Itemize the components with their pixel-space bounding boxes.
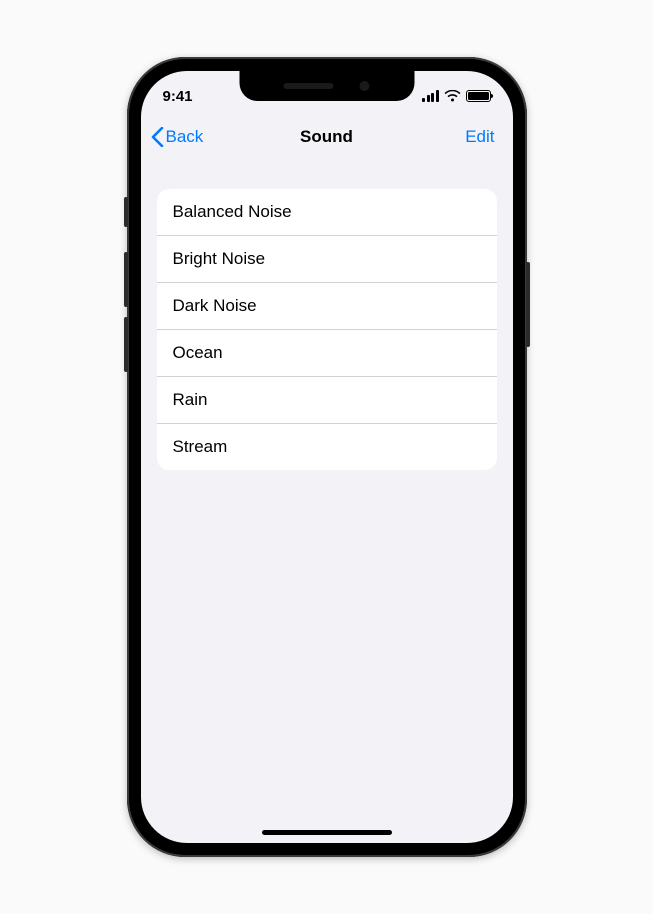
list-item-label: Bright Noise bbox=[173, 249, 266, 268]
phone-frame: 9:41 Back Sound Edit Balanced Noise bbox=[127, 57, 527, 857]
list-item[interactable]: Ocean bbox=[157, 330, 497, 377]
status-time: 9:41 bbox=[163, 88, 233, 105]
edit-button[interactable]: Edit bbox=[423, 127, 503, 147]
list-item-label: Rain bbox=[173, 390, 208, 409]
list-item[interactable]: Dark Noise bbox=[157, 283, 497, 330]
list-item-label: Dark Noise bbox=[173, 296, 257, 315]
wifi-icon bbox=[444, 90, 461, 102]
notch bbox=[239, 71, 414, 101]
volume-up-button bbox=[124, 252, 128, 307]
content: Balanced Noise Bright Noise Dark Noise O… bbox=[141, 159, 513, 486]
list-item-label: Stream bbox=[173, 437, 228, 456]
list-item[interactable]: Balanced Noise bbox=[157, 189, 497, 236]
screen: 9:41 Back Sound Edit Balanced Noise bbox=[141, 71, 513, 843]
cellular-signal-icon bbox=[422, 90, 439, 102]
battery-icon bbox=[466, 90, 491, 102]
list-item[interactable]: Bright Noise bbox=[157, 236, 497, 283]
back-label: Back bbox=[166, 127, 204, 147]
home-indicator[interactable] bbox=[262, 830, 392, 835]
chevron-left-icon bbox=[151, 127, 164, 147]
list-item-label: Ocean bbox=[173, 343, 223, 362]
status-icons bbox=[421, 90, 491, 102]
sound-list: Balanced Noise Bright Noise Dark Noise O… bbox=[157, 189, 497, 470]
silence-switch bbox=[124, 197, 128, 227]
nav-bar: Back Sound Edit bbox=[141, 115, 513, 159]
list-item[interactable]: Rain bbox=[157, 377, 497, 424]
page-title: Sound bbox=[231, 127, 423, 147]
back-button[interactable]: Back bbox=[151, 127, 231, 147]
volume-down-button bbox=[124, 317, 128, 372]
power-button bbox=[526, 262, 530, 347]
list-item-label: Balanced Noise bbox=[173, 202, 292, 221]
list-item[interactable]: Stream bbox=[157, 424, 497, 470]
